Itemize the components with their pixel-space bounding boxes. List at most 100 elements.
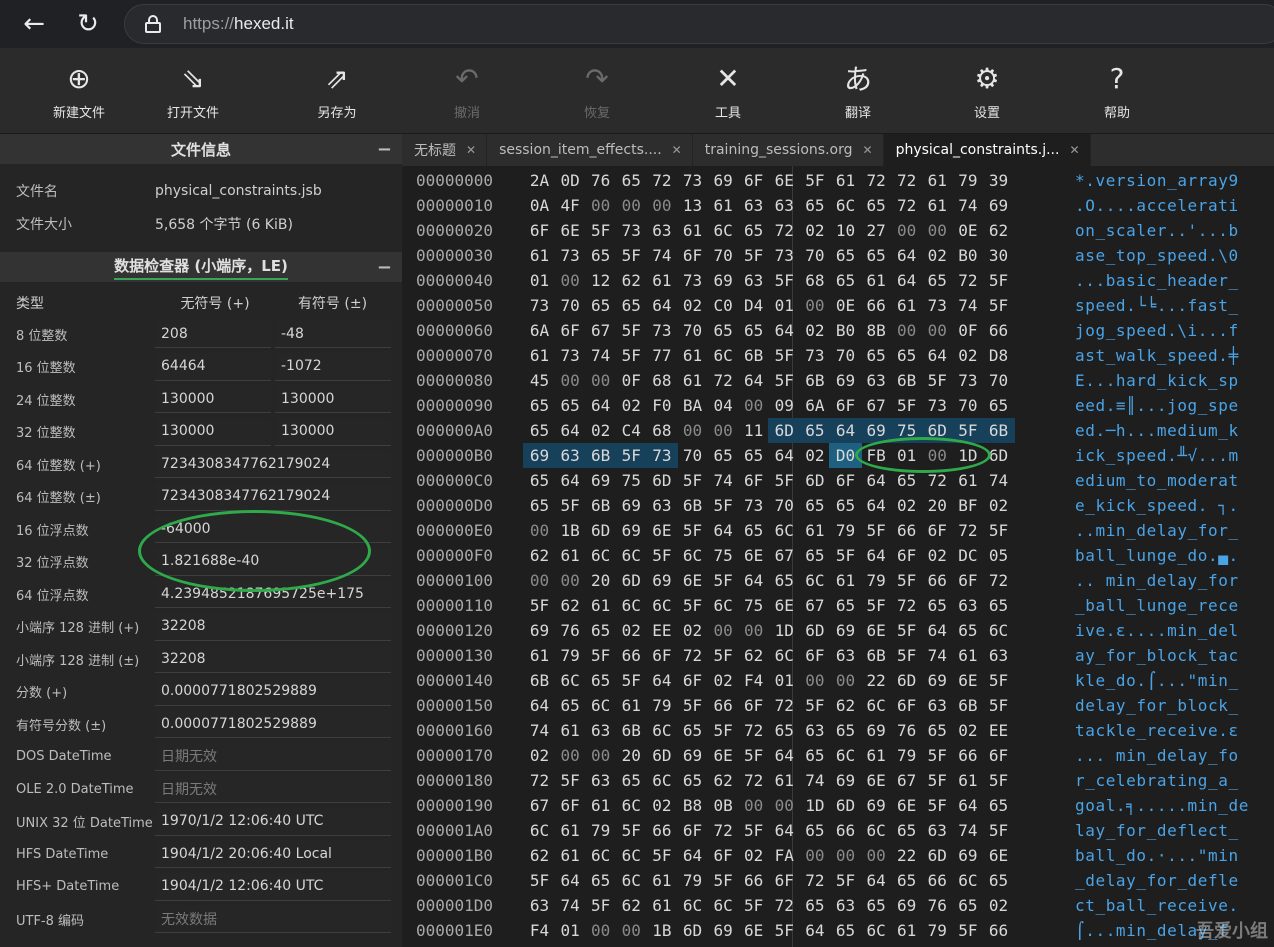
hex-byte[interactable]: 72 [768,893,801,918]
hex-byte[interactable]: 6C [645,768,678,793]
hex-byte[interactable]: 61 [584,793,617,818]
hex-byte[interactable]: 66 [921,868,954,893]
hex-byte[interactable]: 5F [707,868,740,893]
hex-byte[interactable]: 65 [951,618,984,643]
hex-byte[interactable]: 62 [829,693,862,718]
hex-byte[interactable]: 67 [523,793,556,818]
hex-byte[interactable]: 5F [860,593,893,618]
hex-byte[interactable]: 74 [554,893,587,918]
hex-byte[interactable]: 73 [523,293,556,318]
hex-byte[interactable]: 64 [860,543,893,568]
hex-byte[interactable]: 65 [768,568,801,593]
hex-byte[interactable]: 1D [951,443,984,468]
tab-0[interactable]: 无标题 ✕ [402,134,488,166]
hex-byte[interactable]: 00 [921,218,954,243]
hex-byte[interactable]: 70 [707,243,740,268]
hex-byte[interactable]: 6F [676,818,709,843]
hex-byte[interactable]: 75 [707,543,740,568]
ascii-text[interactable]: ay_for_block_tac [1075,643,1239,668]
hex-byte[interactable]: 6D [676,918,709,943]
toolbar-button-4[interactable]: ↷ 恢复 [552,58,642,122]
hex-byte[interactable]: 65 [615,168,648,193]
hex-byte[interactable]: 72 [890,593,923,618]
hex-byte[interactable]: 00 [707,618,740,643]
hex-byte[interactable]: 61 [951,468,984,493]
hex-byte[interactable]: 69 [859,418,893,443]
hex-byte[interactable]: 64 [860,468,893,493]
hex-byte[interactable]: 5F [614,443,648,468]
hex-byte[interactable]: 5F [584,893,617,918]
hex-byte[interactable]: 6F [890,693,923,718]
hex-byte[interactable]: 5F [921,743,954,768]
hex-byte[interactable]: 65 [921,268,954,293]
hex-byte[interactable]: C0 [707,293,740,318]
hex-byte[interactable]: 5F [982,818,1015,843]
hex-byte[interactable]: 72 [676,643,709,668]
hex-byte[interactable]: 65 [676,768,709,793]
hex-byte[interactable]: 65 [584,868,617,893]
hex-byte[interactable]: 6F [921,518,954,543]
hex-byte[interactable]: 61 [523,643,556,668]
hex-byte[interactable]: 6A [523,318,556,343]
hex-byte[interactable]: 6E [707,743,740,768]
hex-byte[interactable]: 5F [737,818,770,843]
hex-byte[interactable]: 6E [982,843,1015,868]
hex-byte[interactable]: 02 [982,893,1015,918]
tab-1[interactable]: session_item_effects.... ✕ [487,134,693,166]
hex-byte[interactable]: 76 [890,718,923,743]
inspector-value[interactable]: 7234308347762179024 [155,450,391,479]
hex-byte[interactable]: 61 [768,768,801,793]
hex-byte[interactable]: 6F [554,318,587,343]
hex-byte[interactable]: 6B [584,443,618,468]
ascii-text[interactable]: ball_do.·..."min [1075,843,1239,868]
hex-byte[interactable]: 5F [798,168,831,193]
hex-byte[interactable]: 00 [523,568,556,593]
hex-byte[interactable]: 6D [584,518,617,543]
hex-byte[interactable]: 5F [737,743,770,768]
close-icon[interactable]: ✕ [1069,143,1079,157]
hex-byte[interactable]: 5F [615,318,648,343]
hex-byte[interactable]: 02 [798,318,831,343]
toolbar-button-6[interactable]: あ翻译 [813,58,903,121]
hex-byte[interactable]: 61 [554,543,587,568]
hex-byte[interactable]: 5F [982,518,1015,543]
hex-byte[interactable]: 63 [768,193,801,218]
hex-byte[interactable]: 63 [584,768,617,793]
hex-byte[interactable]: 64 [523,693,556,718]
inspector-signed-value[interactable]: 130000 [275,385,391,414]
hex-byte[interactable]: 02 [737,843,770,868]
hex-byte[interactable]: 72 [737,768,770,793]
hex-byte[interactable]: 20 [615,743,648,768]
hex-byte[interactable]: 74 [707,468,740,493]
hex-byte[interactable]: 69 [523,443,556,468]
hex-byte[interactable]: 5F [676,593,709,618]
hex-byte[interactable]: 20 [584,568,617,593]
hex-byte[interactable]: 65 [829,243,862,268]
inspector-value[interactable]: 7234308347762179024 [155,482,391,511]
hex-byte[interactable]: 6C [798,568,831,593]
hex-byte[interactable]: 6C [707,218,740,243]
hex-byte[interactable]: 00 [707,418,740,443]
hex-byte[interactable]: 05 [982,543,1015,568]
data-inspector-header[interactable]: 数据检查器 (小端序，LE) − [0,252,402,282]
hex-byte[interactable]: 5F [768,368,801,393]
ascii-text[interactable]: ase_top_speed.\0 [1075,243,1239,268]
hex-byte[interactable]: 6C [768,518,801,543]
close-icon[interactable]: ✕ [863,143,873,157]
hex-byte[interactable]: 76 [554,618,587,643]
hex-byte[interactable]: 6F [645,643,678,668]
hex-byte[interactable]: 5F [890,643,923,668]
close-icon[interactable]: ✕ [466,143,476,157]
hex-byte[interactable]: 65 [860,893,893,918]
hex-byte[interactable]: 6C [584,693,617,718]
hex-byte[interactable]: 27 [860,218,893,243]
ascii-text[interactable]: _delay_for_defle [1075,868,1239,893]
hex-byte[interactable]: 00 [584,743,617,768]
ascii-text[interactable]: *.version_array9 [1075,168,1239,193]
hex-byte[interactable]: D8 [982,343,1015,368]
hex-byte[interactable]: 62 [523,543,556,568]
hex-byte[interactable]: 74 [951,293,984,318]
inspector-value[interactable]: 1970/1/2 12:06:40 UTC [155,807,391,836]
hex-byte[interactable]: 6D [798,618,831,643]
hex-byte[interactable]: 74 [584,343,617,368]
